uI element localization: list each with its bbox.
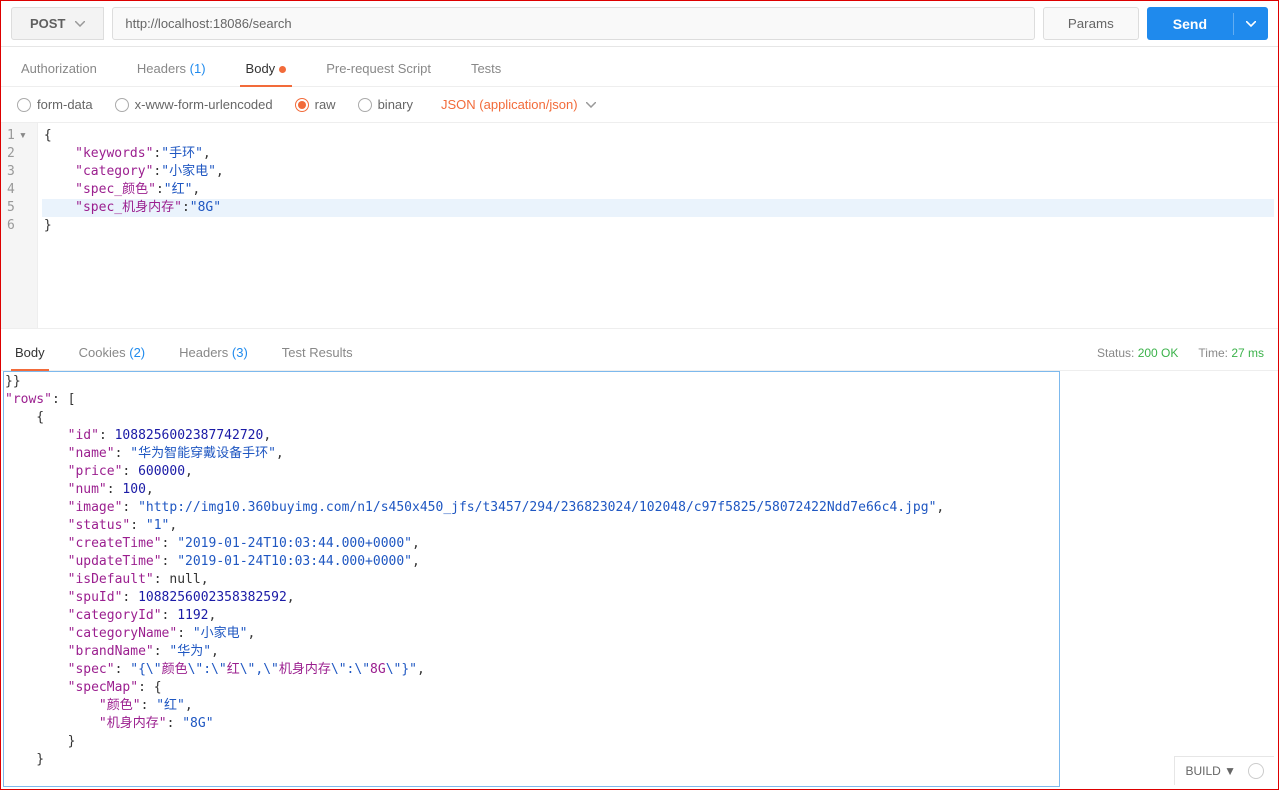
footer-toolbar: BUILD ▼ bbox=[1174, 756, 1274, 785]
modified-dot-icon bbox=[279, 66, 286, 73]
response-tabs: Body Cookies (2) Headers (3) Test Result… bbox=[11, 335, 357, 370]
tab-tests[interactable]: Tests bbox=[465, 47, 507, 86]
editor-gutter: 1▾2 3 4 5 6 bbox=[1, 123, 38, 328]
resp-tab-headers[interactable]: Headers (3) bbox=[175, 335, 252, 370]
radio-urlencoded[interactable]: x-www-form-urlencoded bbox=[115, 97, 273, 112]
send-dropdown[interactable] bbox=[1233, 13, 1268, 35]
http-method-select[interactable]: POST bbox=[11, 7, 104, 40]
build-button[interactable]: BUILD ▼ bbox=[1185, 764, 1236, 778]
params-button[interactable]: Params bbox=[1043, 7, 1139, 40]
radio-icon bbox=[115, 98, 129, 112]
headers-count: (1) bbox=[190, 61, 206, 76]
radio-raw[interactable]: raw bbox=[295, 97, 336, 112]
response-meta: Status: 200 OK Time: 27 ms bbox=[1097, 346, 1268, 360]
radio-binary-label: binary bbox=[378, 97, 413, 112]
build-label: BUILD bbox=[1185, 764, 1220, 778]
response-body[interactable]: }}"rows": [ { "id": 1088256002387742720,… bbox=[1, 371, 1278, 789]
body-type-options: form-data x-www-form-urlencoded raw bina… bbox=[1, 87, 1278, 123]
time-label: Time: bbox=[1198, 346, 1228, 360]
cookies-count: (2) bbox=[129, 345, 145, 360]
radio-icon bbox=[358, 98, 372, 112]
resp-tab-cookies[interactable]: Cookies (2) bbox=[75, 335, 149, 370]
status-value: 200 OK bbox=[1138, 346, 1179, 360]
radio-raw-label: raw bbox=[315, 97, 336, 112]
chevron-down-icon bbox=[586, 102, 596, 108]
send-button[interactable]: Send bbox=[1147, 8, 1233, 40]
response-container: }}"rows": [ { "id": 1088256002387742720,… bbox=[1, 371, 1278, 789]
editor-code-area[interactable]: { "keywords":"手环", "category":"小家电", "sp… bbox=[38, 123, 1278, 328]
radio-icon bbox=[17, 98, 31, 112]
resp-tab-body[interactable]: Body bbox=[11, 335, 49, 370]
radio-binary[interactable]: binary bbox=[358, 97, 413, 112]
http-method-label: POST bbox=[30, 16, 65, 31]
tab-body[interactable]: Body bbox=[240, 47, 293, 86]
content-type-label: JSON (application/json) bbox=[441, 97, 578, 112]
request-tabs: Authorization Headers (1) Body Pre-reque… bbox=[1, 47, 1278, 87]
tab-headers[interactable]: Headers (1) bbox=[131, 47, 212, 86]
radio-form-data[interactable]: form-data bbox=[17, 97, 93, 112]
radio-form-data-label: form-data bbox=[37, 97, 93, 112]
send-button-group: Send bbox=[1147, 7, 1268, 40]
tab-body-label: Body bbox=[246, 61, 276, 76]
radio-icon bbox=[295, 98, 309, 112]
resp-cookies-label: Cookies bbox=[79, 345, 126, 360]
request-body-editor[interactable]: 1▾2 3 4 5 6 { "keywords":"手环", "category… bbox=[1, 123, 1278, 329]
resp-tab-tests[interactable]: Test Results bbox=[278, 335, 357, 370]
app-root: POST Params Send Authorization Headers (… bbox=[0, 0, 1279, 790]
time-value: 27 ms bbox=[1231, 346, 1264, 360]
tab-prerequest[interactable]: Pre-request Script bbox=[320, 47, 437, 86]
status-label: Status: bbox=[1097, 346, 1134, 360]
response-tabs-row: Body Cookies (2) Headers (3) Test Result… bbox=[1, 329, 1278, 371]
content-type-select[interactable]: JSON (application/json) bbox=[441, 97, 596, 112]
chevron-down-icon bbox=[75, 21, 85, 27]
time-display: Time: 27 ms bbox=[1198, 346, 1264, 360]
request-bar: POST Params Send bbox=[1, 1, 1278, 47]
radio-urlencoded-label: x-www-form-urlencoded bbox=[135, 97, 273, 112]
status-display: Status: 200 OK bbox=[1097, 346, 1178, 360]
tab-authorization[interactable]: Authorization bbox=[15, 47, 103, 86]
resp-headers-label: Headers bbox=[179, 345, 228, 360]
tab-headers-label: Headers bbox=[137, 61, 186, 76]
lightbulb-icon[interactable] bbox=[1248, 763, 1264, 779]
url-input[interactable] bbox=[112, 7, 1034, 40]
resp-headers-count: (3) bbox=[232, 345, 248, 360]
